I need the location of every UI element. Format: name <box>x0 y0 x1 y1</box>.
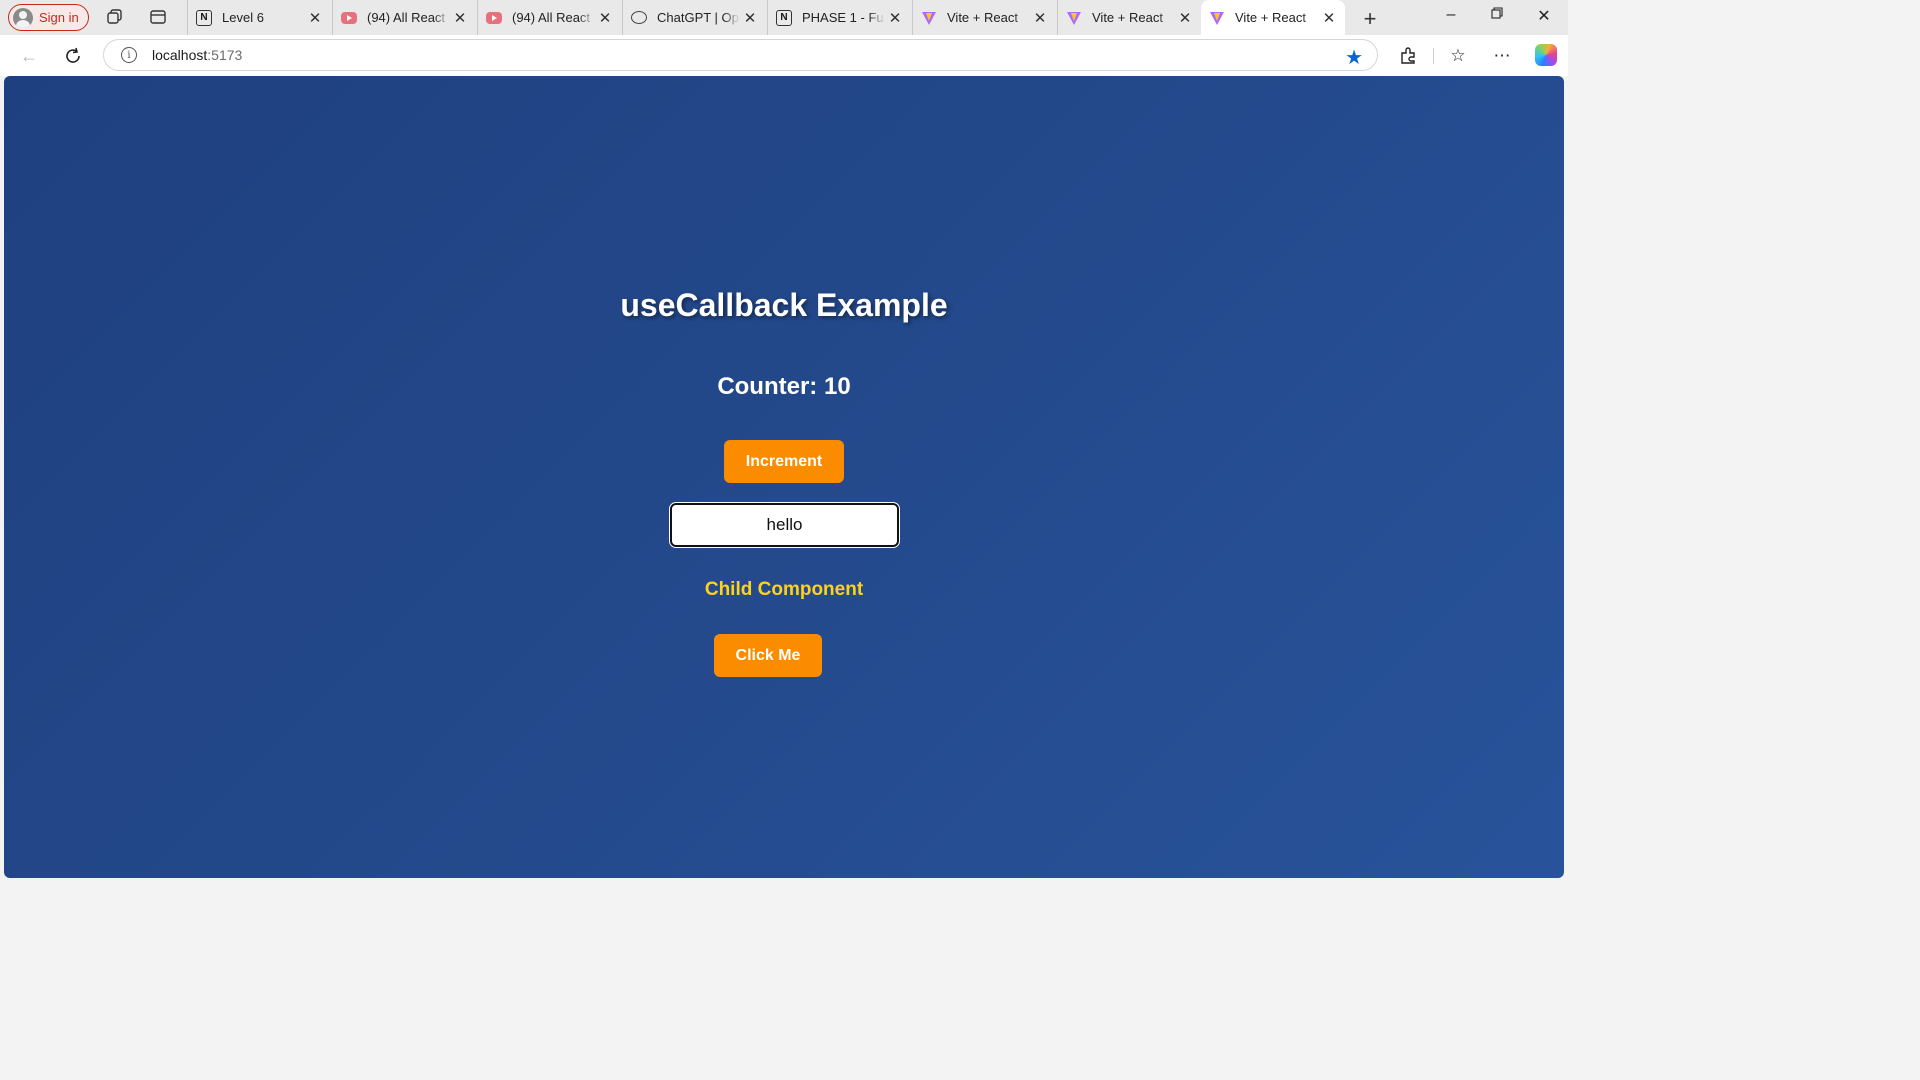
tab-vite-react-2[interactable]: Vite + React ✕ <box>1057 0 1201 35</box>
text-input[interactable] <box>669 502 900 548</box>
tab-level-6[interactable]: N Level 6 ✕ <box>187 0 331 35</box>
tab-title: Vite + React <box>947 10 1018 25</box>
chatgpt-icon <box>631 11 647 24</box>
tab-title: (94) All React Hooks <box>367 10 450 25</box>
workspaces-icon[interactable] <box>105 7 125 27</box>
more-menu-icon[interactable]: ⋯ <box>1491 45 1513 67</box>
app-root: useCallback Example Counter: 10 Incremen… <box>4 76 1564 878</box>
notion-icon: N <box>776 9 792 26</box>
new-tab-icon[interactable]: + <box>1358 6 1382 32</box>
close-icon[interactable]: ✕ <box>1030 9 1050 27</box>
tab-react-hooks-1[interactable]: (94) All React Hooks ✕ <box>332 0 476 35</box>
close-icon[interactable]: ✕ <box>1175 9 1195 27</box>
close-window-icon[interactable]: ✕ <box>1529 6 1559 26</box>
tab-title: Level 6 <box>222 10 264 25</box>
close-icon[interactable]: ✕ <box>1319 9 1339 27</box>
address-bar[interactable]: i localhost:5173 ★ <box>103 39 1378 71</box>
tab-vite-react-1[interactable]: Vite + React ✕ <box>912 0 1056 35</box>
tab-title: ChatGPT | OpenAI <box>657 10 740 25</box>
tab-chatgpt[interactable]: ChatGPT | OpenAI ✕ <box>622 0 766 35</box>
close-icon[interactable]: ✕ <box>305 9 325 27</box>
close-icon[interactable]: ✕ <box>595 9 615 27</box>
counter-display: Counter: 10 <box>717 373 851 400</box>
refresh-icon[interactable] <box>61 44 85 68</box>
increment-button[interactable]: Increment <box>724 440 844 483</box>
click-me-button[interactable]: Click Me <box>714 634 822 677</box>
address-url: localhost:5173 <box>152 47 242 63</box>
tab-title: Vite + React <box>1235 10 1306 25</box>
child-component-title: Child Component <box>704 579 864 600</box>
favorite-star-icon[interactable]: ★ <box>1345 45 1363 70</box>
tab-strip: Sign in N Level 6 ✕ (94) All React Hooks… <box>0 0 1568 35</box>
vite-icon <box>1066 10 1082 26</box>
youtube-icon <box>486 11 502 24</box>
tab-title: PHASE 1 - Full Stack <box>802 10 885 25</box>
toolbar-divider <box>1433 48 1434 64</box>
back-icon[interactable]: ← <box>17 44 41 68</box>
tab-phase-1[interactable]: N PHASE 1 - Full Stack ✕ <box>767 0 911 35</box>
page-title: useCallback Example <box>620 287 948 323</box>
tab-title: Vite + React <box>1092 10 1163 25</box>
vertical-tabs-icon[interactable] <box>148 7 168 27</box>
tab-react-hooks-2[interactable]: (94) All React Hooks ✕ <box>477 0 621 35</box>
extensions-icon[interactable] <box>1397 45 1419 67</box>
browser-toolbar: ← i localhost:5173 ★ ☆ ⋯ <box>0 35 1568 76</box>
vite-icon <box>1209 10 1225 26</box>
copilot-icon[interactable] <box>1535 44 1557 66</box>
address-port: :5173 <box>207 47 243 63</box>
tab-vite-react-active[interactable]: Vite + React ✕ <box>1201 0 1345 35</box>
notion-icon: N <box>196 9 212 26</box>
minimize-icon[interactable]: – <box>1436 6 1466 24</box>
profile-label: Sign in <box>39 10 79 25</box>
address-host: localhost <box>152 47 208 63</box>
profile-button[interactable]: Sign in <box>8 4 89 31</box>
favorites-icon[interactable]: ☆ <box>1447 45 1469 67</box>
avatar-icon <box>13 7 33 28</box>
close-icon[interactable]: ✕ <box>885 9 905 27</box>
page-viewport: useCallback Example Counter: 10 Incremen… <box>4 76 1564 878</box>
site-info-icon[interactable]: i <box>121 47 137 63</box>
restore-icon[interactable] <box>1482 6 1512 24</box>
vite-icon <box>921 10 937 26</box>
youtube-icon <box>341 11 357 24</box>
close-icon[interactable]: ✕ <box>450 9 470 27</box>
tab-title: (94) All React Hooks <box>512 10 595 25</box>
close-icon[interactable]: ✕ <box>740 9 760 27</box>
